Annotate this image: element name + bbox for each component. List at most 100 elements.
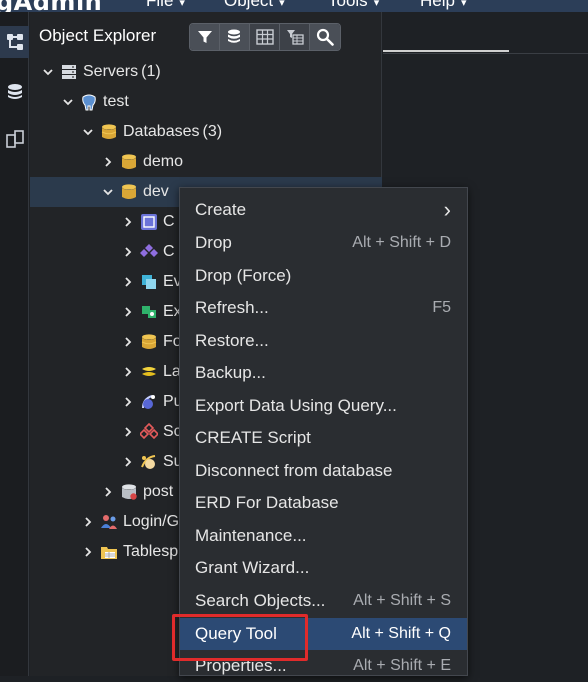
chevron-right-icon[interactable] [120,334,136,350]
table-icon [255,29,274,45]
tree-node-label: C [163,213,175,230]
active-tab-indicator [383,50,509,52]
tree-node-count: (1) [141,63,161,80]
subscriptions-icon [140,453,158,471]
menu-item-label: Drop [195,233,232,252]
menu-object-label: Object [224,0,274,10]
tree-node-label: demo [143,153,184,170]
casts-icon [140,213,158,231]
chevron-right-icon[interactable] [120,454,136,470]
servers-icon [60,63,78,81]
menu-item-label: CREATE Script [195,428,311,447]
tree-node-databases[interactable]: Databases (3) [30,117,382,147]
schema-diff-rail-button[interactable] [0,124,29,156]
chevron-right-icon[interactable] [100,154,116,170]
postgres-elephant-icon [80,93,98,111]
database-icon [120,183,138,201]
event-triggers-icon [140,273,158,291]
menu-item-backup[interactable]: Backup... [180,357,467,389]
chevron-right-icon[interactable] [80,514,96,530]
filtered-table-icon [286,30,304,45]
tree-node-label: test [103,93,129,110]
schemas-icon [140,423,158,441]
tree-node-label: Login/G [123,513,180,530]
query-tool-highlight-annotation [172,614,308,661]
database-search-button[interactable] [220,24,250,50]
chevron-right-icon[interactable] [120,214,136,230]
login-roles-icon [100,513,118,531]
menu-item-shortcut: Alt + Shift + Q [351,625,451,642]
database-icon [120,153,138,171]
menu-tools-label: Tools [328,0,368,10]
menu-item-shortcut: F5 [432,299,451,316]
chevron-right-icon[interactable] [120,364,136,380]
chevron-right-icon[interactable] [120,244,136,260]
menu-item-label: Search Objects... [195,591,326,610]
menu-item-drop-force[interactable]: Drop (Force) [180,260,467,292]
search-icon [316,28,334,46]
menu-item-disconnect[interactable]: Disconnect from database [180,455,467,487]
menu-item-create-script[interactable]: CREATE Script [180,422,467,454]
tree-node-label: C [163,243,175,260]
search-button[interactable] [310,24,340,50]
tree-node-label: post [143,483,174,500]
filtered-rows-button[interactable] [280,24,310,50]
publications-icon [140,393,158,411]
menu-item-erd[interactable]: ERD For Database [180,487,467,519]
tree-node-label: Servers [83,63,139,80]
chevron-right-icon[interactable] [120,304,136,320]
database-search-icon [227,29,240,43]
panel-header: Object Explorer [30,20,382,54]
view-data-button[interactable] [250,24,280,50]
chevron-down-icon: ▾ [373,0,380,9]
chevron-right-icon: › [443,197,451,222]
menu-item-maintenance[interactable]: Maintenance... [180,520,467,552]
tree-node-count: (3) [202,123,223,140]
menu-item-search-objects[interactable]: Search Objects... Alt + Shift + S [180,585,467,617]
chevron-down-icon[interactable] [40,64,56,80]
menu-item-label: Export Data Using Query... [195,396,397,415]
menu-object[interactable]: Object ▾ [224,0,285,11]
chevron-right-icon[interactable] [100,484,116,500]
menu-tools[interactable]: Tools ▾ [328,0,379,11]
menu-item-refresh[interactable]: Refresh... F5 [180,292,467,324]
object-explorer-rail-button[interactable] [0,26,29,58]
menu-item-label: ERD For Database [195,493,339,512]
tree-node-servers[interactable]: Servers (1) [30,57,382,87]
menu-item-label: Drop (Force) [195,266,292,285]
panel-title: Object Explorer [39,26,157,45]
languages-icon [140,363,158,381]
tree-node-demo[interactable]: demo [30,147,382,177]
filter-button[interactable] [190,24,220,50]
tree-node-test[interactable]: test [30,87,382,117]
menu-item-restore[interactable]: Restore... [180,325,467,357]
chevron-down-icon: ▾ [279,0,285,9]
menu-item-label: Create [195,200,247,219]
tree-node-label: dev [143,183,169,200]
menu-file-label: File [146,0,174,10]
extensions-icon [140,303,158,321]
menu-file[interactable]: File ▾ [146,0,185,11]
menu-item-export-data[interactable]: Export Data Using Query... [180,390,467,422]
menu-item-drop[interactable]: Drop Alt + Shift + D [180,227,467,259]
chevron-down-icon[interactable] [60,94,76,110]
chevron-down-icon: ▾ [179,0,185,9]
chevron-right-icon[interactable] [80,544,96,560]
filter-icon [197,31,212,43]
menu-item-label: Grant Wizard... [195,558,310,577]
left-rail [0,12,29,676]
menu-help[interactable]: Help ▾ [420,0,467,11]
database-disconnected-icon [120,483,138,501]
chevron-down-icon[interactable] [100,184,116,200]
explorer-toolbar [189,23,341,51]
menu-item-grant-wizard[interactable]: Grant Wizard... [180,552,467,584]
menu-help-label: Help [420,0,455,10]
chevron-right-icon[interactable] [120,424,136,440]
dashboard-rail-button[interactable] [0,76,29,108]
menu-item-shortcut: Alt + Shift + S [353,592,451,609]
chevron-right-icon[interactable] [120,394,136,410]
chevron-right-icon[interactable] [120,274,136,290]
menu-item-label: Restore... [195,331,269,350]
chevron-down-icon[interactable] [80,124,96,140]
menu-item-create[interactable]: Create › [180,194,467,226]
